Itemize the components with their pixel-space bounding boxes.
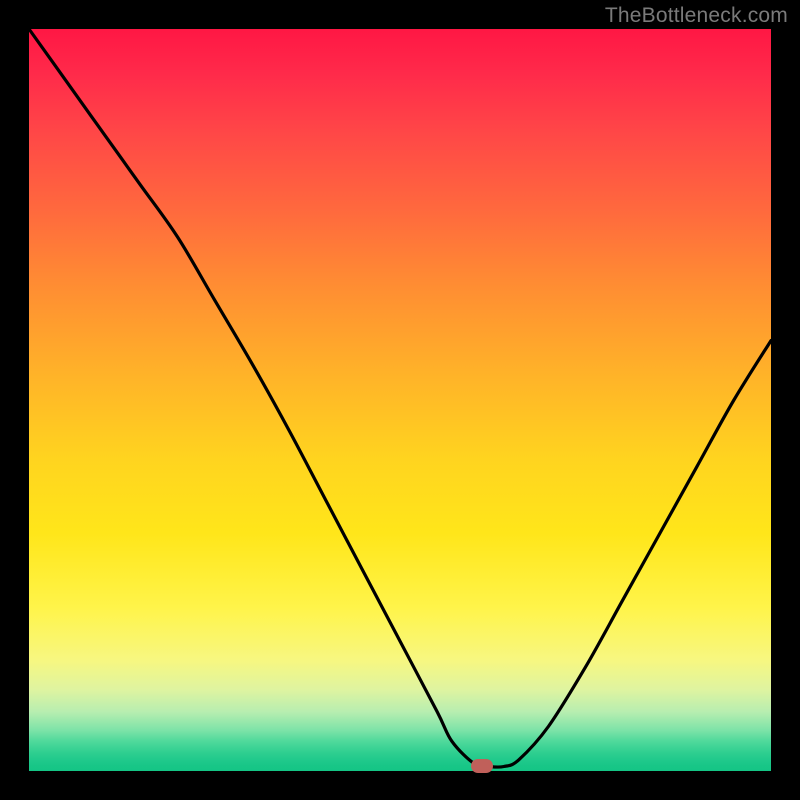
watermark-text: TheBottleneck.com bbox=[605, 4, 788, 28]
chart-frame: TheBottleneck.com bbox=[0, 0, 800, 800]
curve-path bbox=[29, 29, 771, 767]
optimum-marker bbox=[471, 759, 493, 773]
bottleneck-curve bbox=[29, 29, 771, 771]
